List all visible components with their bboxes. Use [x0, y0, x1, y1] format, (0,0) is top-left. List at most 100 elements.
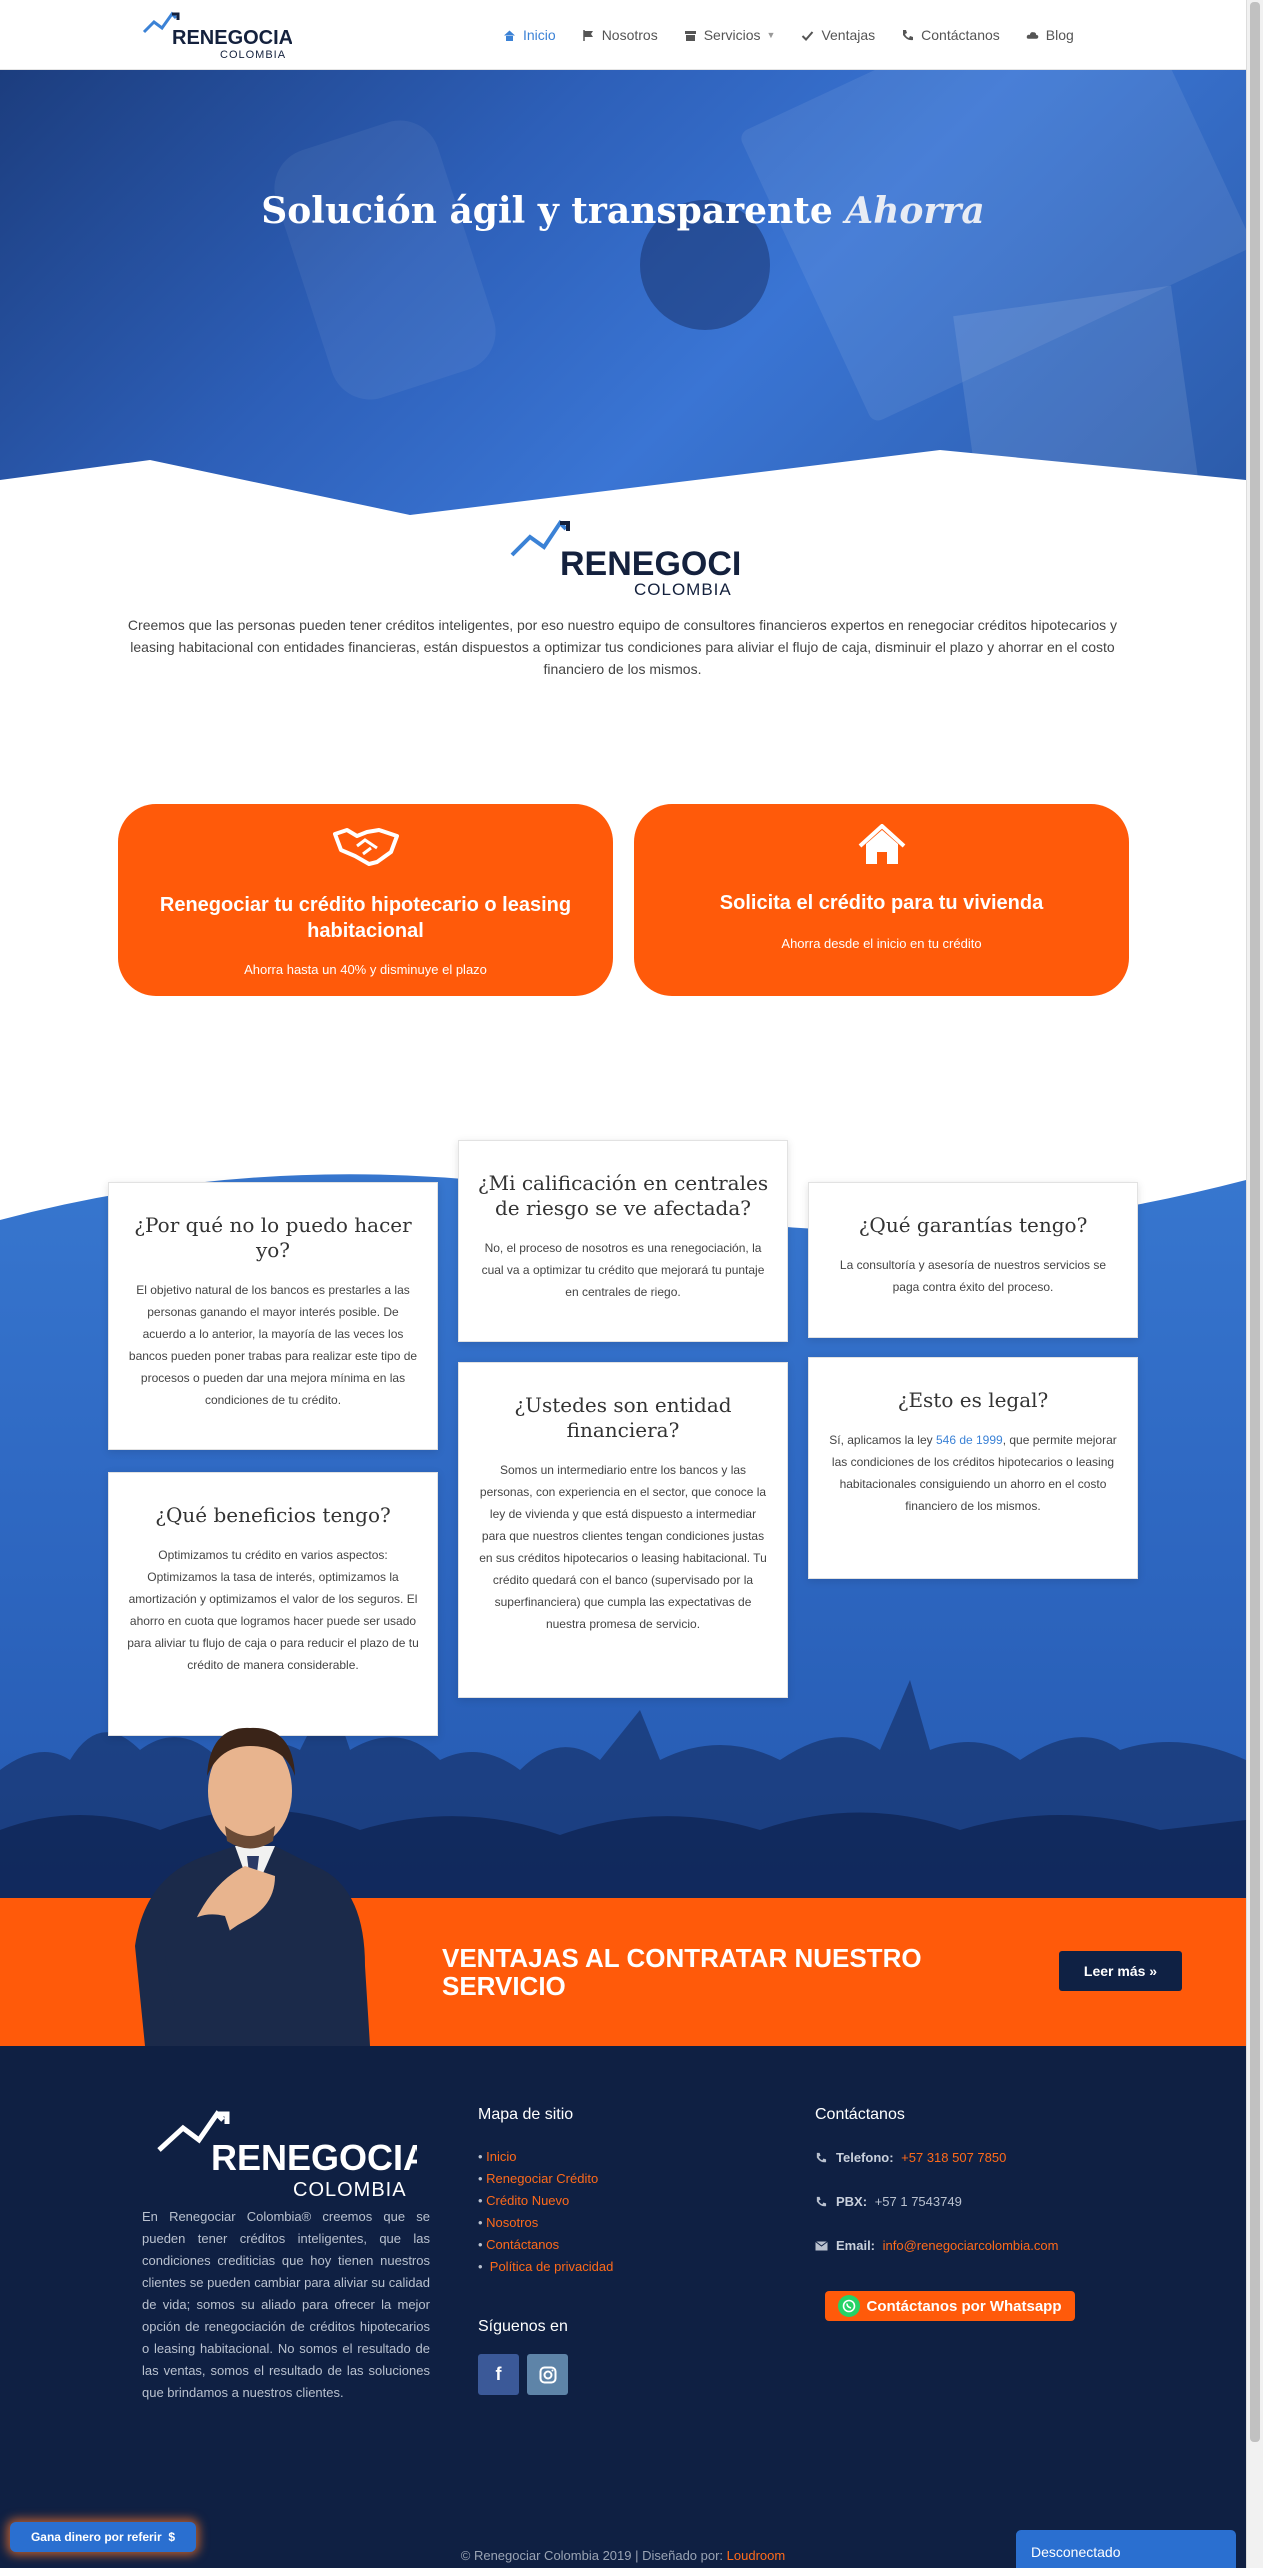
intro-brand-logo: RENEGOCIAR COLOMBIA: [510, 519, 740, 599]
double-chevron-right-icon: »: [1149, 1963, 1158, 1979]
sitemap-link-inicio[interactable]: Inicio: [486, 2149, 516, 2164]
scrollbar-thumb[interactable]: [1250, 2, 1260, 2442]
svg-text:COLOMBIA: COLOMBIA: [220, 49, 286, 61]
smiling-man-image: [135, 1727, 370, 2046]
service-card-title: Renegociar tu crédito hipotecario o leas…: [159, 894, 572, 942]
whatsapp-button[interactable]: Contáctanos por Whatsapp: [825, 2291, 1075, 2321]
nav-item-blog[interactable]: Blog: [1026, 24, 1074, 46]
nav-label: Nosotros: [601, 27, 658, 43]
law-link[interactable]: 546 de 1999: [936, 1433, 1003, 1447]
page-scrollbar[interactable]: [1246, 0, 1263, 2568]
faq-question: ¿Por qué no lo puedo hacer yo?: [134, 1213, 412, 1262]
read-more-label: Leer más: [1083, 1963, 1146, 1979]
sitemap-heading: Mapa de sitio: [478, 2106, 574, 2123]
refer-label: Gana dinero por referir: [30, 2530, 162, 2544]
chat-widget-tab[interactable]: Desconectado: [1016, 2530, 1236, 2568]
designer-link[interactable]: Loudroom: [727, 2548, 786, 2563]
sitemap-list: • Inicio • Renegociar Crédito • Crédito …: [478, 2146, 613, 2278]
faq-card-beneficios: ¿Qué beneficios tengo? Optimizamos tu cr…: [108, 1472, 438, 1736]
nav-item-inicio[interactable]: Inicio: [503, 24, 556, 46]
handshake-icon: [118, 824, 613, 868]
dollar-icon: $: [168, 2530, 176, 2544]
whatsapp-label: Contáctanos por Whatsapp: [866, 2297, 1062, 2315]
service-card-title: Solicita el crédito para tu vivienda: [719, 892, 1044, 914]
facebook-icon[interactable]: f: [478, 2354, 519, 2395]
faq-answer-text: Sí, aplicamos la ley: [829, 1433, 936, 1447]
sitemap-link-credito-nuevo[interactable]: Crédito Nuevo: [486, 2193, 569, 2208]
nav-item-nosotros[interactable]: Nosotros: [582, 24, 658, 46]
sitemap-item: • Inicio: [478, 2149, 517, 2164]
footer-brand-logo[interactable]: RENEGOCIAR COLOMBIA: [157, 2106, 417, 2202]
sitemap-item: • Crédito Nuevo: [478, 2193, 570, 2208]
svg-text:RENEGOCIAR: RENEGOCIAR: [211, 2137, 417, 2178]
sitemap-item: • Contáctanos: [478, 2237, 560, 2252]
svg-text:COLOMBIA: COLOMBIA: [293, 2179, 407, 2201]
email-link[interactable]: info@renegociarcolombia.com: [883, 2238, 1059, 2253]
faq-card-por-que: ¿Por qué no lo puedo hacer yo? El objeti…: [108, 1182, 438, 1450]
sitemap-item: • Nosotros: [478, 2215, 539, 2230]
faq-answer: Sí, aplicamos la ley 546 de 1999, que pe…: [827, 1429, 1119, 1517]
contact-email: Email: info@renegociarcolombia.com: [815, 2238, 1058, 2253]
read-more-button[interactable]: Leer más »: [1059, 1951, 1182, 1991]
svg-text:COLOMBIA: COLOMBIA: [634, 580, 732, 599]
faq-question: ¿Esto es legal?: [897, 1388, 1049, 1412]
copyright-text: © Renegociar Colombia 2019 | Diseñado po…: [460, 2548, 724, 2563]
sitemap-link-privacidad[interactable]: Política de privacidad: [490, 2259, 614, 2274]
phone-link[interactable]: +57 318 507 7850: [901, 2150, 1006, 2165]
whatsapp-icon: [838, 2295, 861, 2317]
site-footer: RENEGOCIAR COLOMBIA En Renegociar Colomb…: [0, 2046, 1246, 2568]
footer-about-text: En Renegociar Colombia® creemos que se p…: [142, 2209, 430, 2400]
main-nav: Inicio Nosotros Servicios ▼ Ventajas Con…: [503, 24, 1100, 46]
contact-phone: Telefono: +57 318 507 7850: [815, 2150, 1006, 2165]
house-icon: [634, 824, 1129, 868]
check-icon: [801, 29, 814, 42]
sitemap-item: • Política de privacidad: [478, 2259, 614, 2274]
home-icon: [503, 29, 516, 42]
contact-heading: Contáctanos: [815, 2106, 905, 2123]
nav-item-servicios[interactable]: Servicios ▼: [684, 24, 776, 46]
refer-earn-button[interactable]: Gana dinero por referir $: [10, 2522, 196, 2552]
contact-label: Email:: [836, 2238, 876, 2253]
svg-text:RENEGOCIAR: RENEGOCIAR: [172, 27, 292, 49]
nav-label: Blog: [1045, 27, 1074, 43]
sitemap-link-contactanos[interactable]: Contáctanos: [486, 2237, 559, 2252]
nav-label: Servicios: [703, 27, 761, 43]
service-card-subtitle: Ahorra desde el inicio en tu crédito: [781, 936, 982, 951]
hero-banner: Solución ágil y transparente Ahorra: [0, 70, 1246, 520]
phone-icon: [815, 2152, 829, 2164]
nav-label: Inicio: [523, 27, 556, 43]
follow-heading: Síguenos en: [478, 2318, 568, 2335]
contact-label: Telefono:: [836, 2150, 894, 2165]
cloud-icon: [1026, 29, 1039, 42]
faq-answer: La consultoría y asesoría de nuestros se…: [839, 1258, 1107, 1294]
cta-title: VENTAJAS AL CONTRATAR NUESTRO SERVICIO: [442, 1943, 922, 2001]
intro-paragraph: Creemos que las personas pueden tener cr…: [127, 617, 1118, 677]
faq-question: ¿Mi calificación en centrales de riesgo …: [477, 1171, 769, 1220]
nav-label: Ventajas: [821, 27, 876, 43]
brand-logo[interactable]: RENEGOCIAR COLOMBIA: [142, 8, 292, 62]
service-card-subtitle: Ahorra hasta un 40% y disminuye el plazo: [244, 962, 487, 977]
hero-title-text: Solución ágil y transparente: [261, 190, 833, 232]
hero-title-rotating-word: Ahorra: [845, 190, 985, 232]
site-header: RENEGOCIAR COLOMBIA Inicio Nosotros Serv…: [0, 0, 1246, 70]
chevron-down-icon: ▼: [766, 30, 776, 40]
instagram-icon[interactable]: [527, 2354, 568, 2395]
service-card-renegociar[interactable]: Renegociar tu crédito hipotecario o leas…: [118, 804, 613, 996]
sitemap-link-renegociar[interactable]: Renegociar Crédito: [486, 2171, 598, 2186]
nav-item-ventajas[interactable]: Ventajas: [801, 24, 875, 46]
faq-question: ¿Qué garantías tengo?: [858, 1213, 1088, 1237]
svg-text:RENEGOCIAR: RENEGOCIAR: [560, 545, 740, 583]
faq-answer: El objetivo natural de los bancos es pre…: [128, 1283, 418, 1407]
faq-question: ¿Qué beneficios tengo?: [155, 1503, 391, 1527]
hero-wave-divider: [0, 450, 1246, 520]
phone-icon: [901, 29, 914, 42]
contact-pbx: PBX: +57 1 7543749: [815, 2194, 962, 2209]
faq-card-garantias: ¿Qué garantías tengo? La consultoría y a…: [808, 1182, 1138, 1338]
faq-answer: Optimizamos tu crédito en varios aspecto…: [127, 1548, 419, 1672]
sitemap-link-nosotros[interactable]: Nosotros: [486, 2215, 538, 2230]
nav-item-contactanos[interactable]: Contáctanos: [901, 24, 1000, 46]
flag-icon: [582, 29, 595, 42]
envelope-icon: [815, 2240, 829, 2251]
pbx-value: +57 1 7543749: [874, 2194, 962, 2209]
service-card-vivienda[interactable]: Solicita el crédito para tu vivienda Aho…: [634, 804, 1129, 996]
